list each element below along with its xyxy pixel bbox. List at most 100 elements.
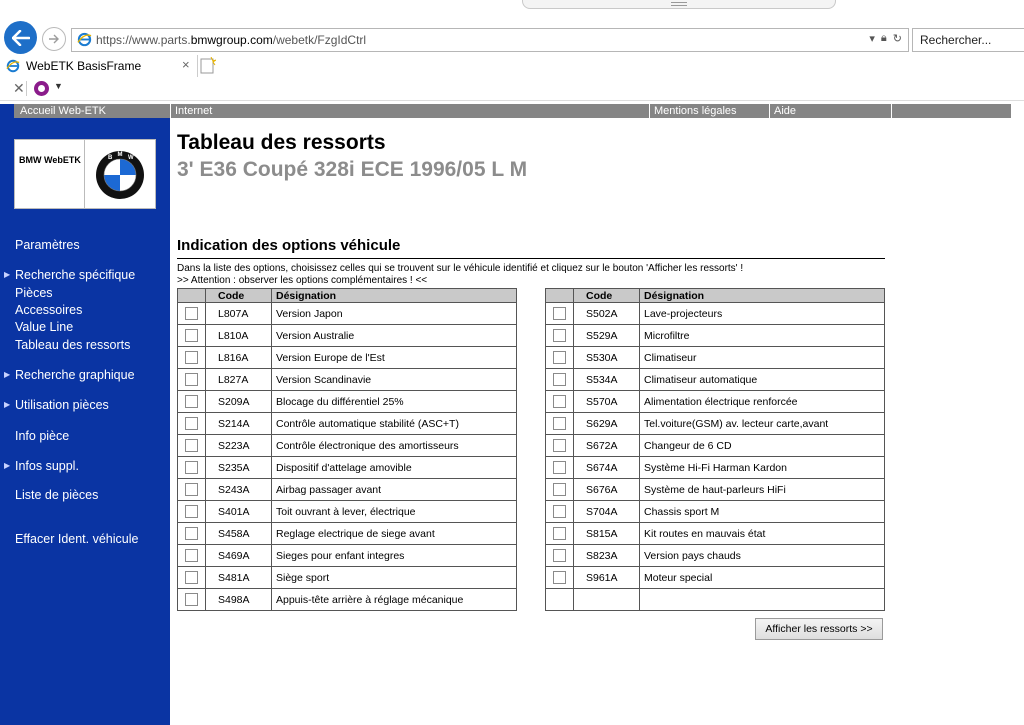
option-checkbox[interactable] bbox=[553, 417, 566, 430]
option-code: S214A bbox=[205, 412, 272, 435]
options-table-right: Code Désignation S502A Lave-projecteurs S5… bbox=[545, 288, 885, 611]
option-checkbox[interactable] bbox=[185, 307, 198, 320]
new-tab-icon[interactable] bbox=[200, 57, 216, 74]
checkbox-cell bbox=[177, 302, 206, 325]
option-checkbox[interactable] bbox=[185, 549, 198, 562]
afficher-ressorts-button[interactable]: Afficher les ressorts >> bbox=[755, 618, 883, 640]
option-checkbox[interactable] bbox=[185, 505, 198, 518]
checkbox-cell bbox=[545, 478, 574, 501]
option-checkbox[interactable] bbox=[553, 439, 566, 452]
option-checkbox[interactable] bbox=[553, 461, 566, 474]
tab-title: WebETK BasisFrame bbox=[26, 59, 142, 73]
checkbox-cell bbox=[177, 588, 206, 611]
table-row: L816A Version Europe de l'Est bbox=[177, 346, 517, 369]
option-checkbox[interactable] bbox=[185, 461, 198, 474]
option-designation: Version Europe de l'Est bbox=[271, 346, 517, 369]
option-code: S672A bbox=[573, 434, 640, 457]
option-code: S815A bbox=[573, 522, 640, 545]
extension-icon[interactable] bbox=[34, 81, 49, 96]
option-code: S243A bbox=[205, 478, 272, 501]
option-checkbox[interactable] bbox=[185, 373, 198, 386]
option-designation: Changeur de 6 CD bbox=[639, 434, 885, 457]
option-code: S570A bbox=[573, 390, 640, 413]
section-divider bbox=[177, 258, 885, 259]
option-checkbox[interactable] bbox=[553, 395, 566, 408]
option-checkbox[interactable] bbox=[185, 593, 198, 606]
table-row: S629A Tel.voiture(GSM) av. lecteur carte,… bbox=[545, 412, 885, 435]
col-code: Code bbox=[205, 288, 272, 303]
svg-text:M: M bbox=[118, 152, 123, 158]
option-code: S674A bbox=[573, 456, 640, 479]
option-checkbox[interactable] bbox=[185, 329, 198, 342]
address-bar[interactable]: https://www.parts.bmwgroup.com/webetk/Fz… bbox=[71, 28, 909, 52]
option-code: L816A bbox=[205, 346, 272, 369]
checkbox-cell bbox=[177, 456, 206, 479]
checkbox-cell bbox=[545, 412, 574, 435]
option-checkbox[interactable] bbox=[553, 505, 566, 518]
option-code: L807A bbox=[205, 302, 272, 325]
arrow-right-icon: ▶ bbox=[4, 370, 11, 379]
option-checkbox[interactable] bbox=[553, 571, 566, 584]
option-checkbox[interactable] bbox=[553, 307, 566, 320]
option-code: L827A bbox=[205, 368, 272, 391]
option-code: S629A bbox=[573, 412, 640, 435]
bmw-logo-icon: B M W bbox=[96, 151, 144, 199]
option-checkbox[interactable] bbox=[553, 549, 566, 562]
checkbox-cell bbox=[177, 566, 206, 589]
url-text: https://www.parts.bmwgroup.com/webetk/Fz… bbox=[96, 33, 367, 47]
option-code: S502A bbox=[573, 302, 640, 325]
table-row: S235A Dispositif d'attelage amovible bbox=[177, 456, 517, 479]
back-button[interactable] bbox=[4, 21, 37, 54]
option-code: S209A bbox=[205, 390, 272, 413]
nav-internet[interactable]: Internet bbox=[170, 104, 653, 118]
option-designation: Toit ouvrant à lever, électrique bbox=[271, 500, 517, 523]
chevron-down-icon[interactable]: ▼ bbox=[54, 81, 63, 91]
close-tab-icon[interactable]: × bbox=[182, 57, 190, 72]
option-checkbox[interactable] bbox=[185, 395, 198, 408]
checkbox-cell bbox=[545, 544, 574, 567]
option-code: L810A bbox=[205, 324, 272, 347]
arrow-right-icon: ▶ bbox=[4, 461, 11, 470]
lock-icon[interactable]: 🔒︎ bbox=[881, 32, 887, 45]
sidebar: Accueil Web-ETK BMW WebETK B M W Paramèt… bbox=[0, 104, 175, 725]
option-code: S704A bbox=[573, 500, 640, 523]
table-row: S570A Alimentation électrique renforcée bbox=[545, 390, 885, 413]
option-checkbox[interactable] bbox=[185, 571, 198, 584]
nav-mentions-legales[interactable]: Mentions légales bbox=[649, 104, 769, 118]
search-field[interactable]: Rechercher... bbox=[912, 28, 1024, 52]
table-row: S502A Lave-projecteurs bbox=[545, 302, 885, 325]
option-code: S823A bbox=[573, 544, 640, 567]
browser-tab[interactable]: WebETK BasisFrame × bbox=[0, 55, 198, 77]
option-checkbox[interactable] bbox=[185, 483, 198, 496]
dropdown-icon[interactable]: ▾ bbox=[869, 32, 875, 45]
refresh-icon[interactable]: ↻ bbox=[893, 32, 902, 45]
vehicle-subtitle: 3' E36 Coupé 328i ECE 1996/05 L M bbox=[177, 158, 528, 181]
option-checkbox[interactable] bbox=[185, 351, 198, 364]
table-row: S469A Sieges pour enfant integres bbox=[177, 544, 517, 567]
option-designation: Version pays chauds bbox=[639, 544, 885, 567]
option-checkbox[interactable] bbox=[553, 527, 566, 540]
checkbox-cell bbox=[177, 346, 206, 369]
option-checkbox[interactable] bbox=[185, 417, 198, 430]
svg-text:B: B bbox=[108, 155, 113, 161]
col-designation: Désignation bbox=[271, 288, 517, 303]
option-checkbox[interactable] bbox=[553, 329, 566, 342]
table-row: S704A Chassis sport M bbox=[545, 500, 885, 523]
option-designation: Version Scandinavie bbox=[271, 368, 517, 391]
option-checkbox[interactable] bbox=[185, 439, 198, 452]
forward-button[interactable] bbox=[42, 27, 66, 51]
option-checkbox[interactable] bbox=[185, 527, 198, 540]
table-row: S209A Blocage du différentiel 25% bbox=[177, 390, 517, 413]
nav-aide[interactable]: Aide bbox=[769, 104, 892, 118]
option-code: S223A bbox=[205, 434, 272, 457]
option-checkbox[interactable] bbox=[553, 351, 566, 364]
window-handle[interactable] bbox=[522, 0, 836, 9]
option-code: S458A bbox=[205, 522, 272, 545]
checkbox-cell bbox=[177, 390, 206, 413]
option-designation: Blocage du différentiel 25% bbox=[271, 390, 517, 413]
home-link[interactable]: Accueil Web-ETK bbox=[14, 104, 175, 118]
option-checkbox[interactable] bbox=[553, 483, 566, 496]
table-row: S815A Kit routes en mauvais état bbox=[545, 522, 885, 545]
option-checkbox[interactable] bbox=[553, 373, 566, 386]
stop-icon[interactable]: ✕ bbox=[13, 80, 25, 97]
